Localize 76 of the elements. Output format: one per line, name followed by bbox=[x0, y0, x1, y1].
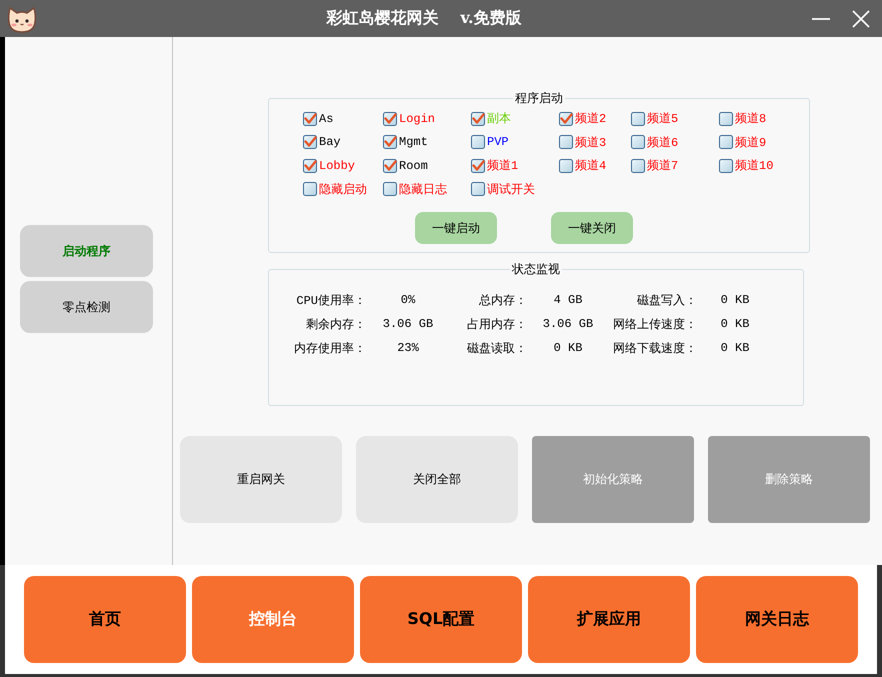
launch-button[interactable]: 一键关闭 bbox=[551, 212, 633, 244]
checkbox-label[interactable]: Room bbox=[398, 158, 428, 173]
checkbox[interactable] bbox=[383, 182, 397, 196]
checkbox[interactable] bbox=[631, 135, 645, 150]
checkbox-label[interactable]: 频道3 bbox=[574, 134, 606, 151]
checkbox[interactable] bbox=[303, 135, 317, 150]
checkbox-label[interactable]: 频道6 bbox=[646, 134, 678, 151]
checkbox-label[interactable]: 调试开关 bbox=[486, 180, 535, 198]
checkbox[interactable] bbox=[559, 158, 573, 173]
stat-value: 0% bbox=[400, 293, 416, 307]
checkbox-label[interactable]: Mgmt bbox=[398, 135, 428, 150]
checkbox-label[interactable]: 频道8 bbox=[734, 110, 766, 128]
checkbox-label[interactable]: As bbox=[318, 112, 334, 126]
checkbox-label[interactable]: 频道7 bbox=[646, 157, 678, 174]
checkbox[interactable] bbox=[719, 135, 733, 150]
checkbox[interactable] bbox=[631, 158, 645, 173]
checkbox-label[interactable]: 副本 bbox=[486, 110, 511, 128]
checkbox[interactable] bbox=[383, 135, 397, 150]
checkbox-label[interactable]: 频道9 bbox=[734, 134, 766, 151]
stat-label: 内存使用率： bbox=[294, 340, 366, 356]
checkbox[interactable] bbox=[559, 135, 573, 150]
checkbox[interactable] bbox=[471, 158, 485, 173]
stat-value: 0 KB bbox=[720, 341, 750, 355]
stat-label: 网络下载速度： bbox=[613, 340, 697, 356]
stat-label: 磁盘读取： bbox=[467, 340, 527, 356]
checkbox[interactable] bbox=[383, 112, 397, 126]
checkbox[interactable] bbox=[719, 158, 733, 173]
checkbox-label[interactable]: 隐藏日志 bbox=[398, 180, 447, 198]
checkbox-label[interactable]: Bay bbox=[318, 135, 341, 150]
checkbox-label[interactable]: Login bbox=[398, 112, 436, 126]
stat-value: 3.06 GB bbox=[542, 317, 594, 331]
nav-button[interactable]: 控制台 bbox=[192, 576, 354, 663]
checkbox[interactable] bbox=[303, 158, 317, 173]
checkbox-label[interactable]: 频道1 bbox=[486, 157, 518, 174]
nav-button[interactable]: 首页 bbox=[24, 576, 186, 663]
stat-value: 0 KB bbox=[554, 341, 582, 355]
stat-label: 占用内存： bbox=[467, 316, 527, 332]
nav-button[interactable]: SQL配置 bbox=[360, 576, 522, 663]
checkbox-label[interactable]: Lobby bbox=[318, 158, 356, 173]
checkbox-label[interactable]: 频道2 bbox=[574, 110, 606, 128]
stat-value: 0 KB bbox=[720, 293, 750, 307]
close-icon[interactable] bbox=[852, 10, 870, 28]
checkbox-label[interactable]: 隐藏启动 bbox=[318, 180, 367, 198]
action-button[interactable]: 关闭全部 bbox=[356, 436, 518, 523]
sidebar-button[interactable]: 零点检测 bbox=[20, 281, 153, 333]
edition-label: v.免费版 bbox=[460, 8, 522, 29]
checkbox[interactable] bbox=[471, 112, 485, 126]
stat-label: 剩余内存： bbox=[306, 316, 366, 332]
stat-value: 23% bbox=[397, 341, 419, 355]
stat-label: 网络上传速度： bbox=[613, 316, 697, 332]
group-title: 状态监视 bbox=[511, 261, 561, 277]
stat-value: 4 GB bbox=[554, 293, 582, 307]
checkbox-label[interactable]: PVP bbox=[486, 135, 509, 150]
checkbox-label[interactable]: 频道10 bbox=[734, 157, 774, 174]
checkbox[interactable] bbox=[303, 182, 317, 196]
nav-button[interactable]: 网关日志 bbox=[696, 576, 858, 663]
stat-label: 磁盘写入： bbox=[637, 292, 697, 308]
checkbox[interactable] bbox=[631, 112, 645, 126]
sidebar-button[interactable]: 启动程序 bbox=[20, 225, 153, 277]
group-title: 程序启动 bbox=[514, 90, 564, 106]
action-button[interactable]: 重启网关 bbox=[180, 436, 342, 523]
checkbox[interactable] bbox=[471, 135, 485, 150]
checkbox[interactable] bbox=[559, 112, 573, 126]
stat-label: 总内存： bbox=[479, 292, 527, 308]
stat-value: 3.06 GB bbox=[382, 317, 434, 331]
checkbox[interactable] bbox=[383, 158, 397, 173]
window-title: 彩虹岛樱花网关 bbox=[326, 8, 438, 29]
checkbox-label[interactable]: 频道5 bbox=[646, 110, 678, 128]
checkbox[interactable] bbox=[719, 112, 733, 126]
nav-button[interactable]: 扩展应用 bbox=[528, 576, 690, 663]
stat-label: CPU使用率： bbox=[296, 292, 366, 308]
checkbox[interactable] bbox=[303, 112, 317, 126]
stat-value: 0 KB bbox=[720, 317, 750, 331]
checkbox[interactable] bbox=[471, 182, 485, 196]
checkbox-label[interactable]: 频道4 bbox=[574, 157, 606, 174]
launch-button[interactable]: 一键启动 bbox=[415, 212, 497, 244]
